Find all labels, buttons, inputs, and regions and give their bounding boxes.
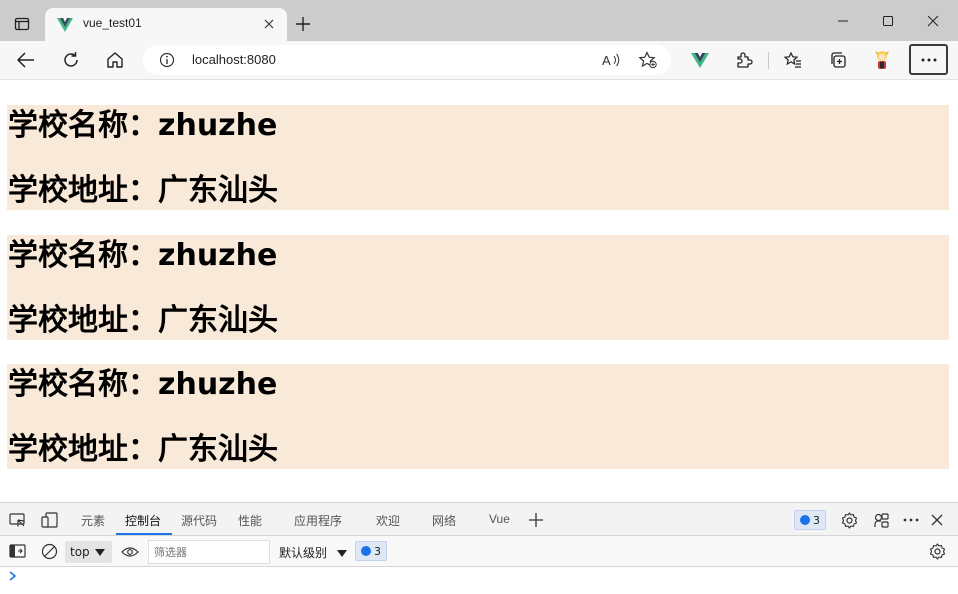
issues-badge[interactable]: 3: [794, 510, 826, 530]
toolbar-divider: [768, 52, 769, 69]
home-icon[interactable]: [101, 46, 129, 74]
maximize-icon[interactable]: [873, 8, 903, 34]
collections-icon[interactable]: [824, 46, 852, 74]
console-toolbar: top 默认级别 3: [0, 536, 958, 567]
profile-avatar[interactable]: [868, 46, 896, 74]
browser-tab[interactable]: vue_test01: [45, 8, 287, 41]
school-name: 学校名称：zhuzhe: [8, 367, 278, 402]
minimize-icon[interactable]: [828, 8, 858, 34]
log-level-value: 默认级别: [279, 546, 328, 560]
customize-devtools-icon[interactable]: [872, 511, 890, 529]
tab-performance[interactable]: 性能: [238, 512, 262, 529]
active-tab-indicator: [116, 533, 172, 535]
school-address: 学校地址：广东汕头: [8, 432, 278, 467]
tab-actions-icon[interactable]: [8, 10, 36, 38]
devtools-settings-icon[interactable]: [840, 511, 858, 529]
page-viewport: 学校名称：zhuzhe 学校地址：广东汕头 学校名称：zhuzhe 学校地址：广…: [0, 80, 958, 502]
svg-text:A: A: [602, 53, 611, 68]
tab-elements[interactable]: 元素: [81, 512, 105, 529]
tab-console[interactable]: 控制台: [125, 512, 161, 529]
tab-welcome[interactable]: 欢迎: [376, 512, 400, 529]
school-address: 学校地址：广东汕头: [8, 303, 278, 338]
devtools-tab-bar: 元素 控制台 源代码 性能 应用程序 欢迎 网络 Vue 3: [0, 503, 958, 536]
vue-icon: [57, 18, 73, 32]
tab-title: vue_test01: [83, 16, 142, 30]
console-issues-badge[interactable]: 3: [355, 541, 387, 561]
new-tab-icon[interactable]: [291, 12, 315, 36]
school-name: 学校名称：zhuzhe: [8, 108, 278, 143]
device-emulation-icon[interactable]: [40, 511, 58, 529]
context-selector[interactable]: top: [65, 541, 112, 563]
tab-application[interactable]: 应用程序: [294, 512, 342, 529]
close-tab-icon[interactable]: [261, 16, 277, 32]
school-card: 学校名称：zhuzhe 学校地址：广东汕头: [7, 235, 949, 340]
more-tools-add-icon[interactable]: [527, 511, 545, 529]
console-settings-icon[interactable]: [928, 542, 946, 560]
tab-sources[interactable]: 源代码: [181, 512, 217, 529]
issues-count: 3: [813, 513, 820, 527]
console-issues-count: 3: [374, 544, 381, 558]
devtools-more-icon[interactable]: [902, 511, 920, 529]
settings-more-button[interactable]: [909, 44, 948, 75]
school-card: 学校名称：zhuzhe 学校地址：广东汕头: [7, 105, 949, 210]
read-aloud-icon[interactable]: A: [602, 51, 622, 69]
vue-devtools-extension-icon[interactable]: [686, 46, 714, 74]
school-name: 学校名称：zhuzhe: [8, 238, 278, 273]
browser-toolbar: localhost:8080 A: [0, 41, 958, 80]
extensions-icon[interactable]: [730, 46, 758, 74]
issue-message-icon: [361, 546, 371, 556]
school-card: 学校名称：zhuzhe 学校地址：广东汕头: [7, 364, 949, 469]
info-icon[interactable]: [159, 52, 175, 68]
url-text[interactable]: localhost:8080: [192, 52, 276, 67]
add-favorite-icon[interactable]: [638, 51, 658, 69]
school-address: 学校地址：广东汕头: [8, 173, 278, 208]
title-bar: vue_test01: [0, 0, 958, 41]
close-devtools-icon[interactable]: [928, 511, 946, 529]
tab-vue[interactable]: Vue: [489, 512, 510, 526]
address-bar[interactable]: localhost:8080 A: [143, 45, 671, 75]
favorites-icon[interactable]: [779, 46, 807, 74]
back-icon[interactable]: [12, 46, 40, 74]
close-window-icon[interactable]: [918, 8, 948, 34]
log-level-selector[interactable]: 默认级别: [279, 544, 347, 561]
context-value: top: [70, 545, 90, 559]
console-prompt-icon[interactable]: [9, 569, 17, 585]
chevron-down-icon: [95, 549, 105, 556]
clear-console-icon[interactable]: [40, 542, 58, 560]
tab-network[interactable]: 网络: [432, 512, 456, 529]
sidebar-toggle-icon[interactable]: [8, 542, 26, 560]
live-expression-eye-icon[interactable]: [121, 543, 139, 561]
inspect-element-icon[interactable]: [8, 511, 26, 529]
issue-message-icon: [800, 515, 810, 525]
chevron-down-icon: [336, 550, 347, 557]
console-filter-input[interactable]: [148, 540, 270, 564]
refresh-icon[interactable]: [57, 46, 85, 74]
devtools-panel: 元素 控制台 源代码 性能 应用程序 欢迎 网络 Vue 3 top 筛选器 默…: [0, 502, 958, 594]
